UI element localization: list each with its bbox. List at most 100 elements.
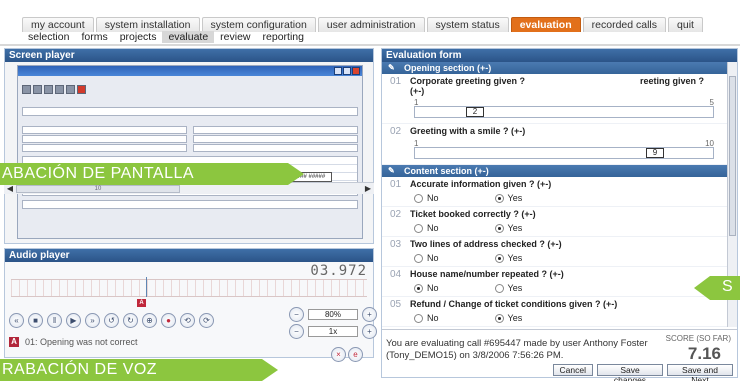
yes-option[interactable]: Yes xyxy=(494,253,523,263)
jump-button[interactable]: ↻ xyxy=(123,313,138,328)
subnav-evaluate[interactable]: evaluate xyxy=(162,31,215,43)
speed-value: 1x xyxy=(308,326,358,337)
yes-radio[interactable] xyxy=(494,193,504,203)
forward-button[interactable]: » xyxy=(85,313,100,328)
scale-track[interactable] xyxy=(414,147,714,159)
yes-radio[interactable] xyxy=(494,283,504,293)
annotation-marker[interactable]: A xyxy=(137,299,146,307)
question-text: Ticket booked correctly ? (+-) xyxy=(410,209,536,219)
no-option[interactable]: No xyxy=(414,283,439,293)
tab-recorded-calls[interactable]: recorded calls xyxy=(582,17,667,32)
no-radio[interactable] xyxy=(414,313,423,323)
no-label: No xyxy=(427,193,439,203)
evaluation-form-title: Evaluation form xyxy=(382,49,737,62)
tab-system-status[interactable]: system status xyxy=(426,17,509,32)
section-pin-icon: ✎ xyxy=(388,166,395,175)
question-content-6: 06Booking details repeated ? (+-) xyxy=(382,327,728,328)
scale-track[interactable] xyxy=(414,106,714,118)
voice-recording-banner: RABACIÓN DE VOZ xyxy=(0,359,278,381)
recorded-field-group xyxy=(22,144,358,152)
scale-value[interactable]: 2 xyxy=(466,107,484,117)
yes-radio[interactable] xyxy=(494,223,504,233)
audio-controls: « ■ ‖ ▶ » ↺ ↻ ⊕ ● ⟲ ⟳ xyxy=(9,313,214,331)
rewind-button[interactable]: « xyxy=(9,313,24,328)
tab-quit[interactable]: quit xyxy=(668,17,703,32)
yes-label: Yes xyxy=(507,223,523,233)
save-changes-button[interactable]: Save changes xyxy=(597,364,663,381)
no-radio[interactable] xyxy=(414,193,423,203)
opening-section-header[interactable]: ✎ Opening section (+-) xyxy=(382,62,737,74)
question-text: Refund / Change of ticket conditions giv… xyxy=(410,299,618,309)
subnav-reporting[interactable]: reporting xyxy=(257,31,310,43)
no-label: No xyxy=(427,223,439,233)
scroll-right-icon[interactable]: ▶ xyxy=(362,183,374,195)
question-opening-1: 01 Corporate greeting given ? (+-) reeti… xyxy=(382,74,728,124)
speed-up-button[interactable]: + xyxy=(362,324,377,339)
skip-forward-button[interactable]: ⟳ xyxy=(199,313,214,328)
audio-playhead[interactable] xyxy=(146,277,147,297)
audio-player-panel: Audio player 03.972 A « ■ ‖ ▶ » ↺ ↻ ⊕ ● … xyxy=(4,248,377,362)
edit-annotation-button[interactable]: e xyxy=(348,347,363,362)
right-banner: S xyxy=(694,276,740,300)
score-value: 7.16 xyxy=(687,344,721,363)
tab-user-administration[interactable]: user administration xyxy=(317,17,425,32)
tab-system-configuration[interactable]: system configuration xyxy=(201,17,316,32)
no-label: No xyxy=(427,253,439,263)
yes-radio[interactable] xyxy=(494,253,504,263)
stop-button[interactable]: ■ xyxy=(28,313,43,328)
skip-back-button[interactable]: ⟲ xyxy=(180,313,195,328)
score-label: SCORE (SO FAR) xyxy=(665,334,731,343)
annotation-badge: A xyxy=(9,337,19,347)
yes-radio[interactable] xyxy=(494,313,504,323)
evaluation-status-message: You are evaluating call #695447 made by … xyxy=(386,338,648,361)
yes-option[interactable]: Yes xyxy=(494,313,522,323)
form-scroll-thumb[interactable] xyxy=(729,76,736,236)
zoom-out-button[interactable]: − xyxy=(289,307,304,322)
question-number: 02 xyxy=(390,126,402,137)
play-button[interactable]: ▶ xyxy=(66,313,81,328)
no-radio[interactable] xyxy=(414,283,423,293)
score-scale[interactable]: 1 10 9 xyxy=(414,139,714,161)
mix-button[interactable]: ⊕ xyxy=(142,313,157,328)
yes-option[interactable]: Yes xyxy=(494,223,523,233)
question-opening-2: 02 Greeting with a smile ? (+-) 1 10 9 xyxy=(382,124,728,165)
speed-down-button[interactable]: − xyxy=(289,324,304,339)
pause-button[interactable]: ‖ xyxy=(47,313,62,328)
content-section-header[interactable]: ✎ Content section (+-) xyxy=(382,165,728,177)
scale-value[interactable]: 9 xyxy=(646,148,664,158)
yes-option[interactable]: Yes xyxy=(494,283,522,293)
annotation-text: 01: Opening was not correct xyxy=(25,337,138,347)
yes-label: Yes xyxy=(507,253,523,263)
save-and-next-button[interactable]: Save and Next xyxy=(667,364,733,381)
no-label: No xyxy=(427,313,439,323)
audio-timeline[interactable] xyxy=(11,279,367,297)
subnav-projects[interactable]: projects xyxy=(114,31,163,43)
no-option[interactable]: No xyxy=(414,313,439,323)
tab-system-installation[interactable]: system installation xyxy=(95,17,200,32)
annotation-note: A 01: Opening was not correct xyxy=(9,337,138,347)
zoom-in-button[interactable]: + xyxy=(362,307,377,322)
cancel-button[interactable]: Cancel xyxy=(552,364,593,376)
no-option[interactable]: No xyxy=(414,193,439,203)
subnav-review[interactable]: review xyxy=(214,31,256,43)
subnav-selection[interactable]: selection xyxy=(22,31,75,43)
subnav-forms[interactable]: forms xyxy=(75,31,113,43)
screen-recording-view[interactable]: ### ##### xyxy=(17,65,363,239)
delete-annotation-button[interactable]: × xyxy=(331,347,346,362)
loop-button[interactable]: ↺ xyxy=(104,313,119,328)
question-content-3: 03 Two lines of address checked ? (+-) No Y… xyxy=(382,237,728,267)
record-button[interactable]: ● xyxy=(161,313,176,328)
no-option[interactable]: No xyxy=(414,223,439,233)
top-navigation: my account system installation system co… xyxy=(0,0,740,44)
no-option[interactable]: No xyxy=(414,253,439,263)
question-text: Greeting with a smile ? (+-) xyxy=(410,126,526,136)
question-content-1: 01 Accurate information given ? (+-) No Yes xyxy=(382,177,728,207)
tab-my-account[interactable]: my account xyxy=(22,17,94,32)
score-scale[interactable]: 1 5 2 xyxy=(414,98,714,120)
scroll-thumb[interactable]: 10 xyxy=(16,185,180,193)
main-tabs: my account system installation system co… xyxy=(22,17,703,32)
tab-evaluation[interactable]: evaluation xyxy=(510,17,581,32)
no-radio[interactable] xyxy=(414,253,423,263)
no-radio[interactable] xyxy=(414,223,423,233)
yes-option[interactable]: Yes xyxy=(494,193,522,203)
